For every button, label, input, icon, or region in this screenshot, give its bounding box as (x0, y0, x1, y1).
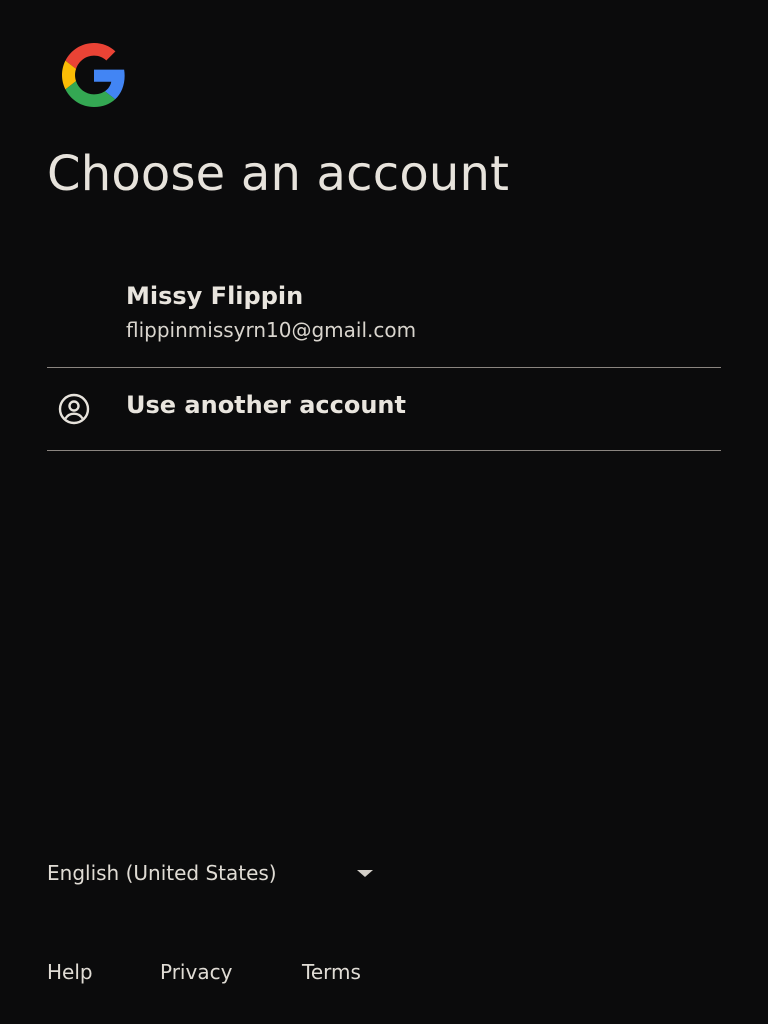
account-name: Missy Flippin (126, 282, 304, 310)
help-link[interactable]: Help (47, 960, 93, 984)
language-selected-value: English (United States) (47, 861, 277, 885)
language-select[interactable]: English (United States) (47, 858, 387, 890)
use-another-account-label: Use another account (126, 391, 406, 419)
account-email: flippinmissyrn10@gmail.com (126, 318, 417, 342)
page-title: Choose an account (47, 146, 510, 202)
terms-link[interactable]: Terms (302, 960, 361, 984)
privacy-link[interactable]: Privacy (160, 960, 232, 984)
arrow-drop-down-icon (357, 870, 373, 877)
account-circle-icon (58, 393, 90, 425)
account-item-missy-flippin[interactable]: Missy Flippin flippinmissyrn10@gmail.com (47, 268, 721, 368)
use-another-account-button[interactable]: Use another account (47, 368, 721, 451)
account-list: Missy Flippin flippinmissyrn10@gmail.com… (47, 268, 721, 451)
google-logo-icon (54, 43, 134, 107)
